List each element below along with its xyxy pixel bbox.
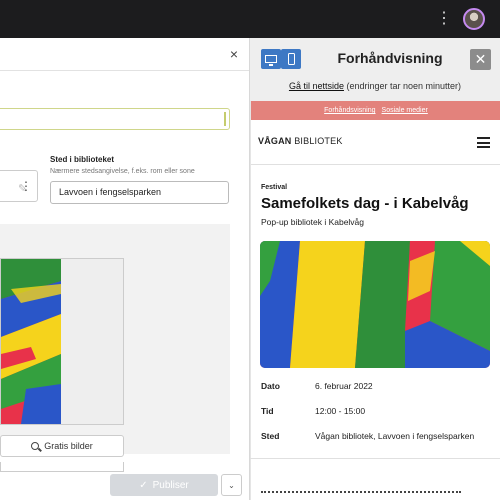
place-hint: Nærmere stedsangivelse, f.eks. rom eller… [50, 168, 195, 175]
preview-title: Forhåndvisning [337, 50, 443, 66]
avatar[interactable] [463, 8, 485, 30]
event-subtitle: Pop-up bibliotek i Kabelvåg [261, 217, 365, 227]
editor-panel: × ✎ ⋮ Sted i biblioteket Nærmere stedsan… [0, 38, 250, 500]
hamburger-menu-icon[interactable] [477, 137, 490, 148]
logo-bold: VÅGAN [258, 136, 292, 146]
publish-label: Publiser [152, 479, 189, 491]
app-topbar: ⋮ [0, 0, 500, 38]
check-icon: ✓ [139, 479, 148, 491]
event-title: Samefolkets dag - i Kabelvåg [261, 195, 469, 212]
tab-preview[interactable]: Forhåndsvisning [324, 107, 375, 114]
cut-off-text [261, 491, 461, 497]
logo-rest: BIBLIOTEK [291, 136, 343, 146]
detail-label: Dato [261, 381, 280, 391]
event-image-thumbnail [1, 259, 61, 424]
desktop-view-button[interactable] [261, 49, 281, 69]
free-images-label: Gratis bilder [44, 441, 93, 451]
title-field[interactable] [0, 108, 230, 130]
free-images-button[interactable]: Gratis bilder [0, 435, 124, 457]
monitor-icon [265, 55, 277, 66]
detail-value: 12:00 - 15:00 [315, 406, 366, 416]
tab-social-media[interactable]: Sosiale medier [382, 107, 428, 114]
divider [250, 458, 500, 459]
search-icon [31, 442, 40, 450]
chevron-down-icon: ⌄ [228, 480, 235, 490]
close-icon[interactable]: × [227, 46, 241, 62]
place-input[interactable]: Lavvoen i fengselsparken [50, 181, 229, 204]
divider [0, 70, 249, 71]
preview-panel: Forhåndvisning ✕ Gå til nettside (endrin… [250, 38, 500, 500]
field-menu-icon[interactable]: ⋮ [20, 180, 32, 192]
detail-label: Tid [261, 406, 274, 416]
detail-label: Sted [261, 431, 280, 441]
site-logo[interactable]: VÅGAN BIBLIOTEK [258, 136, 343, 146]
phone-icon [287, 53, 295, 65]
event-category: Festival [261, 184, 288, 191]
publish-button[interactable]: ✓ Publiser [110, 474, 218, 496]
preview-tabs: Forhåndsvisning Sosiale medier [251, 101, 500, 120]
event-image [260, 241, 490, 368]
site-navbar: VÅGAN BIBLIOTEK [251, 120, 500, 165]
detail-value: 6. februar 2022 [315, 381, 373, 391]
image-preview-frame[interactable] [0, 258, 124, 425]
preview-header: Forhåndvisning ✕ Gå til nettside (endrin… [250, 38, 500, 101]
close-preview-button[interactable]: ✕ [470, 49, 491, 70]
goto-site-note: (endringer tar noen minutter) [346, 81, 462, 91]
publish-dropdown-button[interactable]: ⌄ [221, 474, 242, 496]
detail-value: Vågan bibliotek, Lavvoen i fengselsparke… [315, 431, 475, 441]
goto-site-line: Gå til nettside (endringer tar noen minu… [250, 81, 500, 91]
caption-field[interactable] [0, 462, 124, 472]
more-menu-icon[interactable]: ⋮ [436, 10, 452, 28]
goto-site-link[interactable]: Gå til nettside [289, 81, 344, 91]
mobile-view-button[interactable] [281, 49, 301, 69]
place-label: Sted i biblioteket [50, 155, 115, 164]
